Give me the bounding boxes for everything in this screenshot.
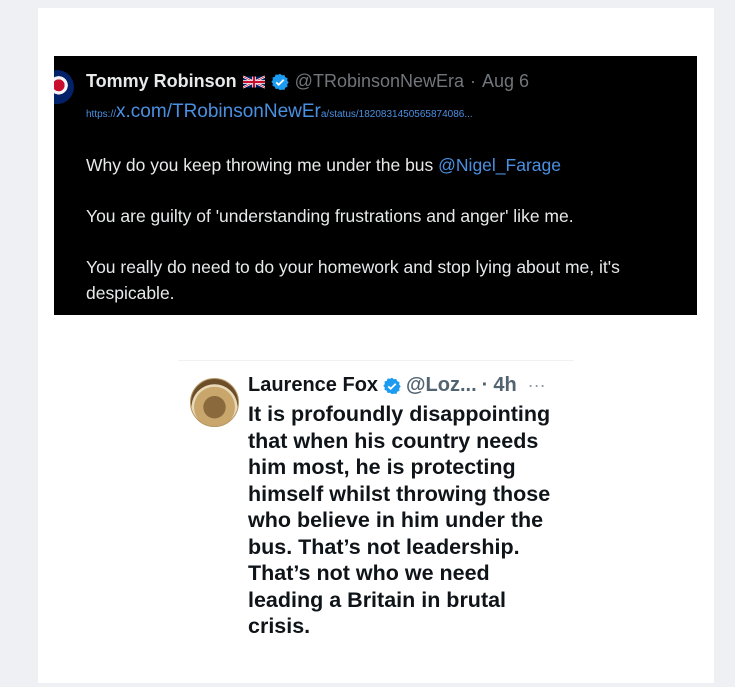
- avatar[interactable]: [54, 70, 74, 104]
- avatar[interactable]: [190, 378, 239, 427]
- tweet-link[interactable]: https://x.com/TRobinsonNewEra/status/182…: [86, 101, 473, 123]
- tweet-time[interactable]: 4h: [493, 374, 516, 397]
- tweet-line-1: Why do you keep throwing me under the bu…: [86, 152, 697, 178]
- tweet-line-3: You really do need to do your homework a…: [86, 257, 620, 303]
- tweet-date[interactable]: Aug 6: [482, 71, 529, 92]
- link-suffix: a/status/1820831450565874086...: [320, 109, 473, 120]
- line-1-text: Why do you keep throwing me under the bu…: [86, 155, 439, 175]
- separator: ·: [470, 71, 477, 91]
- tweet-body: Why do you keep throwing me under the bu…: [86, 152, 697, 315]
- more-icon[interactable]: ···: [528, 375, 546, 396]
- link-main: x.com/TRobinsonNewEr: [116, 101, 321, 122]
- verified-badge-icon: [383, 377, 401, 394]
- tweet-body: It is profoundly disappointing that when…: [248, 402, 551, 638]
- tweet-screenshot-tommy-robinson: Tommy Robinson @TRobinsonNewEra · Aug 6 …: [54, 56, 697, 315]
- author-name[interactable]: Laurence Fox: [248, 374, 378, 397]
- tweet-screenshot-laurence-fox: Laurence Fox @Loz... · 4h ··· It is prof…: [178, 360, 574, 676]
- author-handle[interactable]: @TRobinsonNewEra: [295, 71, 464, 92]
- separator: ·: [481, 374, 489, 396]
- link-prefix: https://: [86, 109, 117, 120]
- author-handle[interactable]: @Loz...: [406, 374, 477, 397]
- tweet-line-2: You are guilty of 'understanding frustra…: [86, 206, 574, 226]
- tweet-header: Tommy Robinson @TRobinsonNewEra · Aug 6: [86, 71, 529, 92]
- uk-flag-icon: [242, 75, 265, 88]
- mention-link[interactable]: @Nigel_Farage: [438, 155, 561, 175]
- verified-badge-icon: [270, 73, 289, 90]
- author-name[interactable]: Tommy Robinson: [86, 71, 237, 92]
- tweet-header: Laurence Fox @Loz... · 4h ···: [248, 374, 546, 397]
